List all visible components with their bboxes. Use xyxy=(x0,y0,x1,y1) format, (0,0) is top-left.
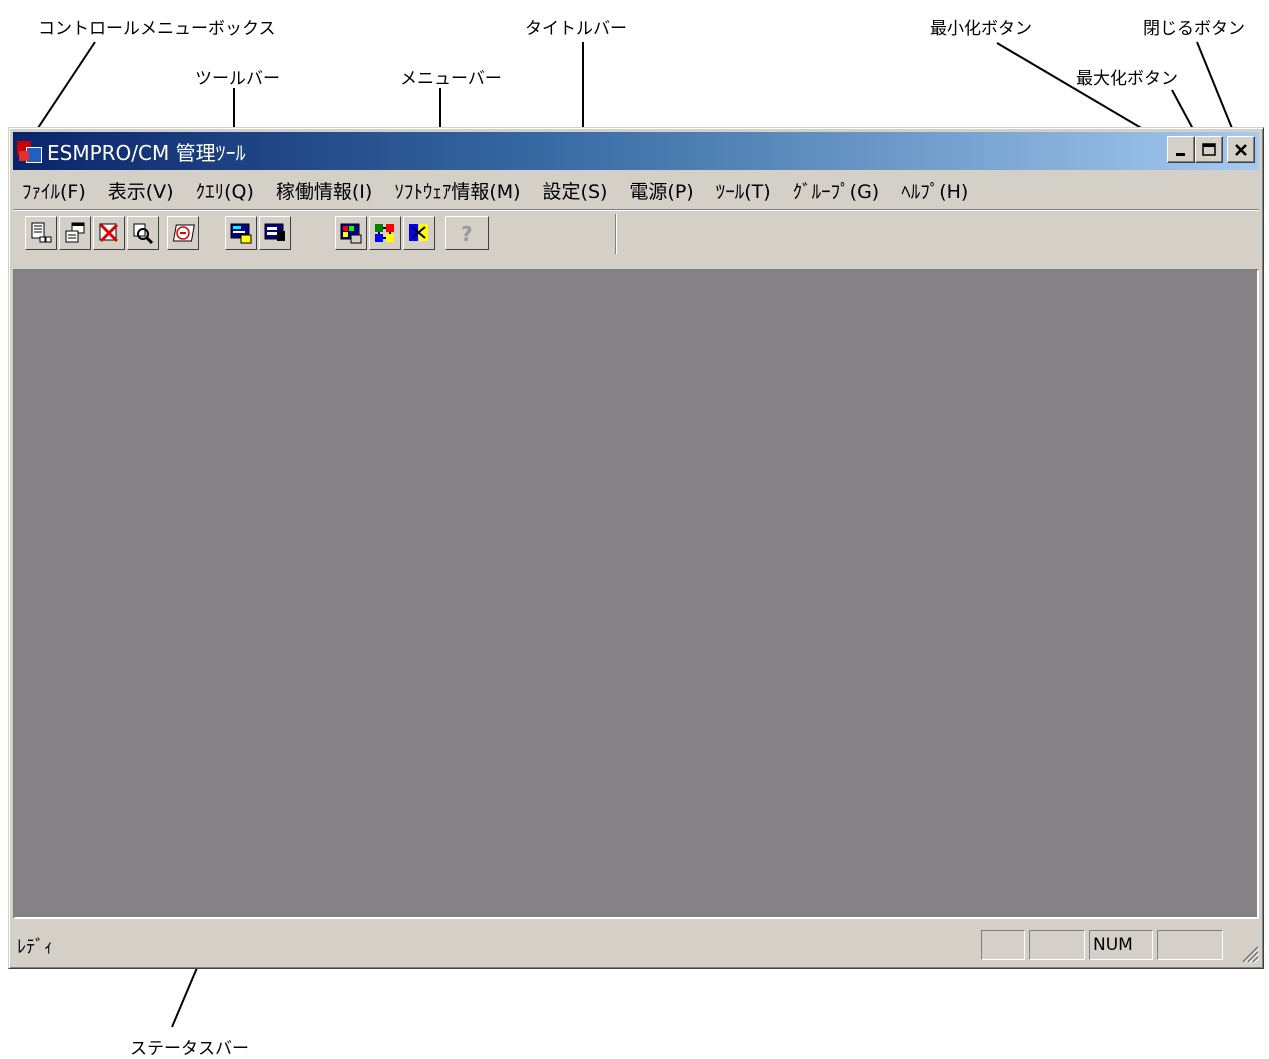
workspace[interactable] xyxy=(13,269,1259,919)
properties-button[interactable] xyxy=(59,216,91,250)
sg-icon xyxy=(172,224,195,242)
resize-grip-icon[interactable] xyxy=(1237,941,1259,963)
svg-text:?: ? xyxy=(461,222,473,245)
minimize-button[interactable] xyxy=(1167,136,1195,163)
sg-button[interactable] xyxy=(167,216,199,250)
monitor-button[interactable] xyxy=(259,216,291,250)
search-icon xyxy=(133,223,154,245)
menu-operation-info[interactable]: 稼働情報(I) xyxy=(267,177,385,204)
resource-icon xyxy=(340,223,362,244)
network-button[interactable] xyxy=(369,216,401,250)
properties-icon xyxy=(65,222,85,243)
tree-view-button[interactable] xyxy=(25,216,57,250)
close-icon xyxy=(1235,143,1247,156)
screen-info-icon xyxy=(230,223,252,244)
menu-view[interactable]: 表示(V) xyxy=(99,177,187,204)
minimize-icon xyxy=(1176,152,1185,156)
app-window: ESMPRO/CM 管理ﾂｰﾙ ﾌｧｲﾙ(F) 表示(V) ｸｴﾘ(Q) 稼働情… xyxy=(8,127,1264,969)
tree-view-icon xyxy=(31,222,52,243)
delete-button[interactable] xyxy=(93,216,125,250)
status-text: ﾚﾃﾞｨ xyxy=(17,937,53,958)
toolbar-group-3 xyxy=(225,216,291,250)
network-icon xyxy=(375,224,394,242)
title-bar[interactable]: ESMPRO/CM 管理ﾂｰﾙ xyxy=(13,132,1259,170)
toolbar-group-5: ? xyxy=(445,216,489,250)
delete-icon xyxy=(99,223,119,243)
status-panel-1 xyxy=(981,930,1025,960)
status-panel-2 xyxy=(1029,930,1085,960)
window-buttons xyxy=(1167,136,1255,163)
menu-help[interactable]: ﾍﾙﾌﾟ(H) xyxy=(892,177,981,204)
toolbar-group-2 xyxy=(167,216,199,250)
window-title: ESMPRO/CM 管理ﾂｰﾙ xyxy=(47,140,246,165)
group-button[interactable] xyxy=(403,216,435,250)
menu-separator xyxy=(13,209,1259,211)
screen-info-button[interactable] xyxy=(225,216,257,250)
search-button[interactable] xyxy=(127,216,159,250)
help-icon: ? xyxy=(461,222,473,245)
menu-settings[interactable]: 設定(S) xyxy=(534,177,621,204)
status-bar: ﾚﾃﾞｨ NUM xyxy=(13,923,1259,963)
menu-power[interactable]: 電源(P) xyxy=(620,177,706,204)
menu-group[interactable]: ｸﾞﾙｰﾌﾟ(G) xyxy=(784,177,893,204)
num-indicator: NUM xyxy=(1089,930,1153,960)
maximize-button[interactable] xyxy=(1195,136,1223,163)
menu-file[interactable]: ﾌｧｲﾙ(F) xyxy=(13,177,99,204)
menu-software-info[interactable]: ｿﾌﾄｳｪｱ情報(M) xyxy=(385,177,533,204)
toolbar-end-separator xyxy=(615,214,617,254)
toolbar-group-1 xyxy=(25,216,159,250)
group-icon xyxy=(409,224,428,241)
menu-query[interactable]: ｸｴﾘ(Q) xyxy=(187,177,267,204)
close-button[interactable] xyxy=(1227,136,1255,163)
toolbar: ? xyxy=(13,212,1259,260)
monitor-icon xyxy=(264,223,285,241)
help-button[interactable]: ? xyxy=(445,216,489,250)
menu-tools[interactable]: ﾂｰﾙ(T) xyxy=(707,177,784,204)
status-panel-4 xyxy=(1157,930,1223,960)
maximize-icon xyxy=(1202,142,1216,156)
menu-bar: ﾌｧｲﾙ(F) 表示(V) ｸｴﾘ(Q) 稼働情報(I) ｿﾌﾄｳｪｱ情報(M)… xyxy=(13,172,1259,208)
toolbar-group-4 xyxy=(335,216,435,250)
resource-button[interactable] xyxy=(335,216,367,250)
control-menu-box-icon[interactable] xyxy=(17,139,42,163)
